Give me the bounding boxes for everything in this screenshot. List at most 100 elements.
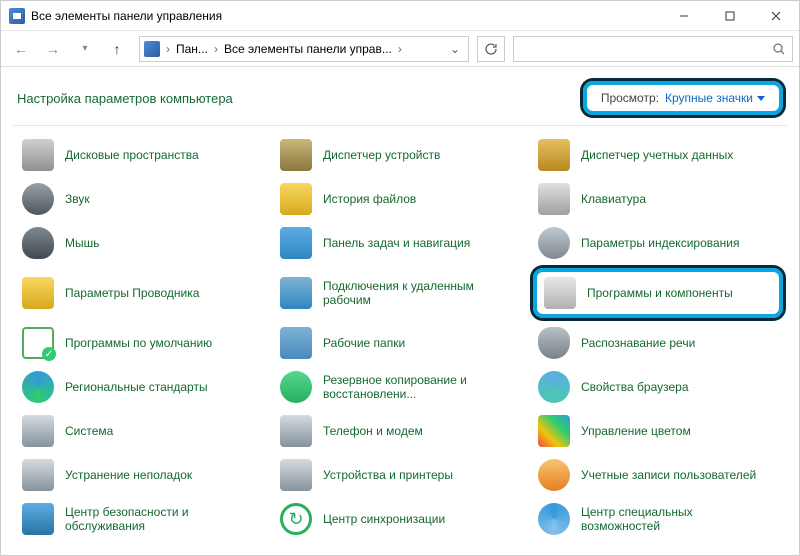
item-label: Мышь — [65, 236, 100, 250]
item-label: Региональные стандарты — [65, 380, 208, 394]
breadcrumb-sep: › — [166, 42, 170, 56]
item-label: Параметры индексирования — [581, 236, 739, 250]
item-label: Центр специальных возможностей — [581, 505, 771, 534]
control-panel-item[interactable]: Система — [17, 412, 267, 450]
control-panel-item[interactable]: Учетные записи пользователей — [533, 456, 783, 494]
item-label: Центр безопасности и обслуживания — [65, 505, 255, 534]
breadcrumb-sep: › — [214, 42, 218, 56]
minimize-button[interactable] — [661, 1, 707, 31]
phone-icon — [279, 414, 313, 448]
close-button[interactable] — [753, 1, 799, 31]
address-dropdown-icon[interactable]: ⌄ — [446, 42, 464, 56]
control-panel-item[interactable]: Диспетчер устройств — [275, 136, 525, 174]
item-label: Программы по умолчанию — [65, 336, 212, 350]
address-bar[interactable]: › Пан... › Все элементы панели управ... … — [139, 36, 469, 62]
item-label: Система — [65, 424, 113, 438]
item-label: Подключения к удаленным рабочим — [323, 279, 513, 308]
system-icon — [21, 414, 55, 448]
back-button[interactable]: ← — [7, 35, 35, 63]
item-label: Учетные записи пользователей — [581, 468, 756, 482]
search-icon — [772, 42, 786, 56]
disk-icon — [21, 138, 55, 172]
cred-icon — [537, 138, 571, 172]
item-label: Диспетчер устройств — [323, 148, 440, 162]
forward-button[interactable]: → — [39, 35, 67, 63]
control-panel-item[interactable]: Центр безопасности и обслуживания — [17, 500, 267, 538]
titlebar: Все элементы панели управления — [1, 1, 799, 31]
control-panel-item[interactable]: Центр специальных возможностей — [533, 500, 783, 538]
breadcrumb-current[interactable]: Все элементы панели управ... — [224, 42, 392, 56]
view-value[interactable]: Крупные значки — [665, 91, 765, 105]
filehist-icon — [279, 182, 313, 216]
control-panel-item[interactable]: Программы и компоненты — [533, 268, 783, 318]
control-panel-grid: Дисковые пространства Диспетчер устройств… — [1, 126, 799, 548]
refresh-button[interactable] — [477, 36, 505, 62]
recent-dropdown[interactable]: ▾ — [71, 35, 99, 63]
item-label: Программы и компоненты — [587, 286, 733, 300]
item-label: Распознавание речи — [581, 336, 695, 350]
control-panel-item[interactable]: Дисковые пространства — [17, 136, 267, 174]
item-label: Параметры Проводника — [65, 286, 199, 300]
control-panel-item[interactable]: Звук — [17, 180, 267, 218]
chevron-down-icon — [757, 96, 765, 101]
security-icon — [21, 502, 55, 536]
item-label: Диспетчер учетных данных — [581, 148, 733, 162]
control-panel-item[interactable]: Свойства браузера — [533, 368, 783, 406]
view-label: Просмотр: — [601, 91, 659, 105]
region-icon — [21, 370, 55, 404]
backup-icon — [279, 370, 313, 404]
work-icon — [279, 326, 313, 360]
control-panel-item[interactable]: Устранение неполадок — [17, 456, 267, 494]
maximize-button[interactable] — [707, 1, 753, 31]
control-panel-item[interactable]: Программы по умолчанию — [17, 324, 267, 362]
control-panel-item[interactable]: Параметры индексирования — [533, 224, 783, 262]
item-label: Рабочие папки — [323, 336, 405, 350]
navbar: ← → ▾ ↑ › Пан... › Все элементы панели у… — [1, 31, 799, 67]
control-panel-item[interactable]: Диспетчер учетных данных — [533, 136, 783, 174]
control-panel-item[interactable]: История файлов — [275, 180, 525, 218]
item-label: Дисковые пространства — [65, 148, 199, 162]
control-panel-item[interactable]: Мышь — [17, 224, 267, 262]
control-panel-item[interactable]: Управление цветом — [533, 412, 783, 450]
item-label: Клавиатура — [581, 192, 646, 206]
index-icon — [537, 226, 571, 260]
control-panel-item[interactable]: Рабочие папки — [275, 324, 525, 362]
control-panel-item[interactable]: Клавиатура — [533, 180, 783, 218]
color-icon — [537, 414, 571, 448]
item-label: Устранение неполадок — [65, 468, 192, 482]
control-panel-item[interactable]: Подключения к удаленным рабочим — [275, 268, 525, 318]
item-label: Устройства и принтеры — [323, 468, 453, 482]
item-label: Звук — [65, 192, 90, 206]
default-icon — [21, 326, 55, 360]
search-input[interactable] — [513, 36, 793, 62]
item-label: Свойства браузера — [581, 380, 689, 394]
browser-icon — [537, 370, 571, 404]
item-label: Телефон и модем — [323, 424, 423, 438]
mouse-icon — [21, 226, 55, 260]
view-selector[interactable]: Просмотр: Крупные значки — [583, 81, 783, 115]
control-panel-item[interactable]: Резервное копирование и восстановлени... — [275, 368, 525, 406]
item-label: История файлов — [323, 192, 416, 206]
header-row: Настройка параметров компьютера Просмотр… — [1, 67, 799, 125]
control-panel-item[interactable]: Параметры Проводника — [17, 268, 267, 318]
control-panel-item[interactable]: Панель задач и навигация — [275, 224, 525, 262]
item-label: Управление цветом — [581, 424, 691, 438]
kbd-icon — [537, 182, 571, 216]
breadcrumb-sep: › — [398, 42, 402, 56]
item-label: Центр синхронизации — [323, 512, 445, 526]
control-panel-item[interactable]: Региональные стандарты — [17, 368, 267, 406]
control-panel-item[interactable]: Устройства и принтеры — [275, 456, 525, 494]
item-label: Резервное копирование и восстановлени... — [323, 373, 513, 402]
page-heading: Настройка параметров компьютера — [17, 91, 233, 106]
sync-icon — [279, 502, 313, 536]
window-title: Все элементы панели управления — [31, 9, 661, 23]
item-label: Панель задач и навигация — [323, 236, 470, 250]
explorer-icon — [21, 276, 55, 310]
control-panel-item[interactable]: Центр синхронизации — [275, 500, 525, 538]
control-panel-item[interactable]: Распознавание речи — [533, 324, 783, 362]
sound-icon — [21, 182, 55, 216]
breadcrumb-root[interactable]: Пан... — [176, 42, 208, 56]
control-panel-item[interactable]: Телефон и модем — [275, 412, 525, 450]
up-button[interactable]: ↑ — [103, 35, 131, 63]
access-icon — [537, 502, 571, 536]
